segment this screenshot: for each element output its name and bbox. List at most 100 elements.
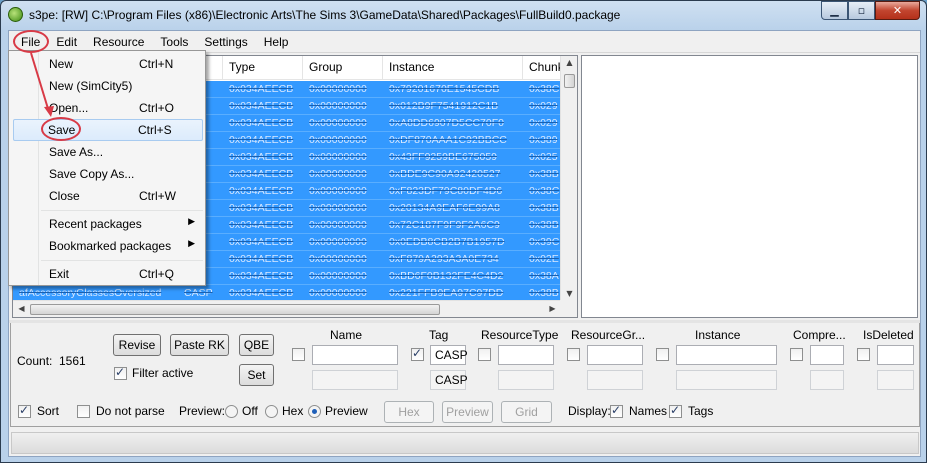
cell-chunk: 0x029: [529, 117, 558, 129]
menu-item-recent-packages[interactable]: Recent packages ▶: [11, 213, 203, 235]
cell-group: 0x00000000: [309, 202, 367, 214]
names-checkbox[interactable]: [610, 403, 623, 418]
resource-type-input[interactable]: [498, 345, 554, 365]
cell-type: 0x034AEECB: [229, 287, 294, 299]
menu-item-exit[interactable]: Exit Ctrl+Q: [11, 263, 203, 285]
cell-group: 0x00000000: [309, 185, 367, 197]
cell-group: 0x00000000: [309, 168, 367, 180]
title-bar[interactable]: s3pe: [RW] C:\Program Files (x86)\Electr…: [1, 1, 926, 29]
preview-off-radio[interactable]: [225, 405, 238, 418]
menu-item-save-as[interactable]: Save As...: [11, 141, 203, 163]
close-icon: ✕: [892, 4, 903, 17]
minimize-button[interactable]: ▁: [821, 1, 848, 20]
sort-checkbox[interactable]: [18, 403, 31, 418]
cell-type: 0x034AEECB: [229, 100, 294, 112]
revise-button[interactable]: Revise: [113, 334, 161, 356]
paste-rk-button[interactable]: Paste RK: [170, 334, 229, 356]
set-button[interactable]: Set: [239, 364, 274, 386]
menu-item-new-simcity5[interactable]: New (SimCity5): [11, 75, 203, 97]
count-value: 1561: [59, 354, 86, 368]
cell-group: 0x00000000: [309, 134, 367, 146]
menu-item-label: New: [49, 57, 74, 71]
scroll-up-icon[interactable]: ▲: [561, 58, 578, 67]
menu-help[interactable]: Help: [256, 32, 297, 52]
menu-item-label: Recent packages: [49, 217, 142, 231]
menu-tools[interactable]: Tools: [152, 32, 196, 52]
vertical-scroll-thumb[interactable]: [564, 74, 575, 88]
column-header-group[interactable]: Group: [303, 56, 383, 80]
cell-type: 0x034AEECB: [229, 270, 294, 282]
menu-item-save-copy-as[interactable]: Save Copy As...: [11, 163, 203, 185]
menu-item-open[interactable]: Open... Ctrl+O: [11, 97, 203, 119]
grid-button[interactable]: Grid: [501, 401, 552, 423]
cell-instance: 0xBDE9C90A92420527: [389, 168, 501, 180]
horizontal-scroll-thumb[interactable]: [30, 304, 440, 315]
header-tag: Tag: [429, 328, 449, 342]
maximize-button[interactable]: ▫: [848, 1, 875, 20]
s3pe-app-icon: [8, 7, 23, 22]
cell-group: 0x00000000: [309, 287, 367, 299]
column-header-type[interactable]: Type: [223, 56, 303, 80]
menu-edit[interactable]: Edit: [48, 32, 85, 52]
preview-button[interactable]: Preview: [442, 401, 493, 423]
is-deleted-checkbox[interactable]: [857, 348, 870, 361]
cell-group: 0x00000000: [309, 117, 367, 129]
preview-off-label: Off: [242, 404, 258, 418]
horizontal-scrollbar[interactable]: ◀ ▶: [13, 300, 561, 317]
compressed-checkbox[interactable]: [790, 348, 803, 361]
name-filter-checkbox[interactable]: [292, 348, 305, 361]
resource-group-checkbox[interactable]: [567, 348, 580, 361]
cell-group: 0x00000000: [309, 236, 367, 248]
filter-active-label: Filter active: [132, 366, 194, 380]
resource-group-input[interactable]: [587, 345, 643, 365]
menu-item-close[interactable]: Close Ctrl+W: [11, 185, 203, 207]
filter-active-checkbox[interactable]: [114, 365, 127, 380]
cell-type: 0x034AEECB: [229, 134, 294, 146]
is-deleted-value: [877, 370, 914, 390]
column-header-instance[interactable]: Instance: [383, 56, 523, 80]
preview-hex-radio[interactable]: [265, 405, 278, 418]
menu-resource[interactable]: Resource: [85, 32, 152, 52]
filter-panel: Count: 1561 Revise Paste RK QBE Set Filt…: [10, 323, 920, 427]
tag-filter-checkbox[interactable]: [411, 346, 424, 361]
instance-input[interactable]: [676, 345, 777, 365]
menu-item-label: New (SimCity5): [49, 79, 133, 93]
resource-type-checkbox[interactable]: [478, 348, 491, 361]
instance-checkbox[interactable]: [656, 348, 669, 361]
cell-instance: 0x221FFB9EA97C97DD: [389, 287, 504, 299]
menu-item-label: Save Copy As...: [49, 167, 135, 181]
cell-instance: 0x20134A9EAF6E99A8: [389, 202, 500, 214]
menu-item-label: Exit: [49, 267, 70, 281]
cell-group: 0x00000000: [309, 270, 367, 282]
preview-hex-label: Hex: [282, 404, 304, 418]
scroll-left-icon[interactable]: ◀: [13, 304, 30, 313]
scroll-right-icon[interactable]: ▶: [544, 304, 561, 313]
sort-label: Sort: [37, 404, 60, 418]
cell-type: 0x034AEECB: [229, 219, 294, 231]
annotation-ellipse-file: [13, 30, 49, 53]
preview-preview-radio[interactable]: [308, 405, 321, 418]
compressed-input[interactable]: [810, 345, 844, 365]
qbe-button[interactable]: QBE: [239, 334, 274, 356]
preview-pane[interactable]: [581, 55, 918, 318]
name-filter-input[interactable]: [312, 345, 398, 365]
tags-checkbox[interactable]: [669, 403, 682, 418]
close-button[interactable]: ✕: [875, 1, 920, 20]
cell-type: 0x034AEECB: [229, 202, 294, 214]
cell-instance: 0x72C187F9F9F2A6C9: [389, 219, 500, 231]
vertical-scrollbar[interactable]: ▲ ▼: [560, 56, 577, 303]
is-deleted-input[interactable]: [877, 345, 914, 365]
scroll-down-icon[interactable]: ▼: [561, 289, 578, 298]
hex-button[interactable]: Hex: [384, 401, 434, 423]
menu-settings[interactable]: Settings: [196, 32, 255, 52]
column-header-chunk[interactable]: Chunk: [523, 56, 561, 80]
cell-tag: CASP: [184, 287, 213, 299]
header-resource-group: ResourceGr...: [571, 328, 646, 342]
tag-filter-input[interactable]: CASP: [430, 345, 468, 365]
menu-item-new[interactable]: New Ctrl+N: [11, 53, 203, 75]
cell-instance: 0xF823DF79C80DF4D6: [389, 185, 503, 197]
cell-chunk: 0x38C: [529, 83, 560, 95]
menu-item-bookmarked-packages[interactable]: Bookmarked packages ▶: [11, 235, 203, 257]
do-not-parse-checkbox[interactable]: [77, 405, 90, 418]
cell-type: 0x034AEECB: [229, 253, 294, 265]
